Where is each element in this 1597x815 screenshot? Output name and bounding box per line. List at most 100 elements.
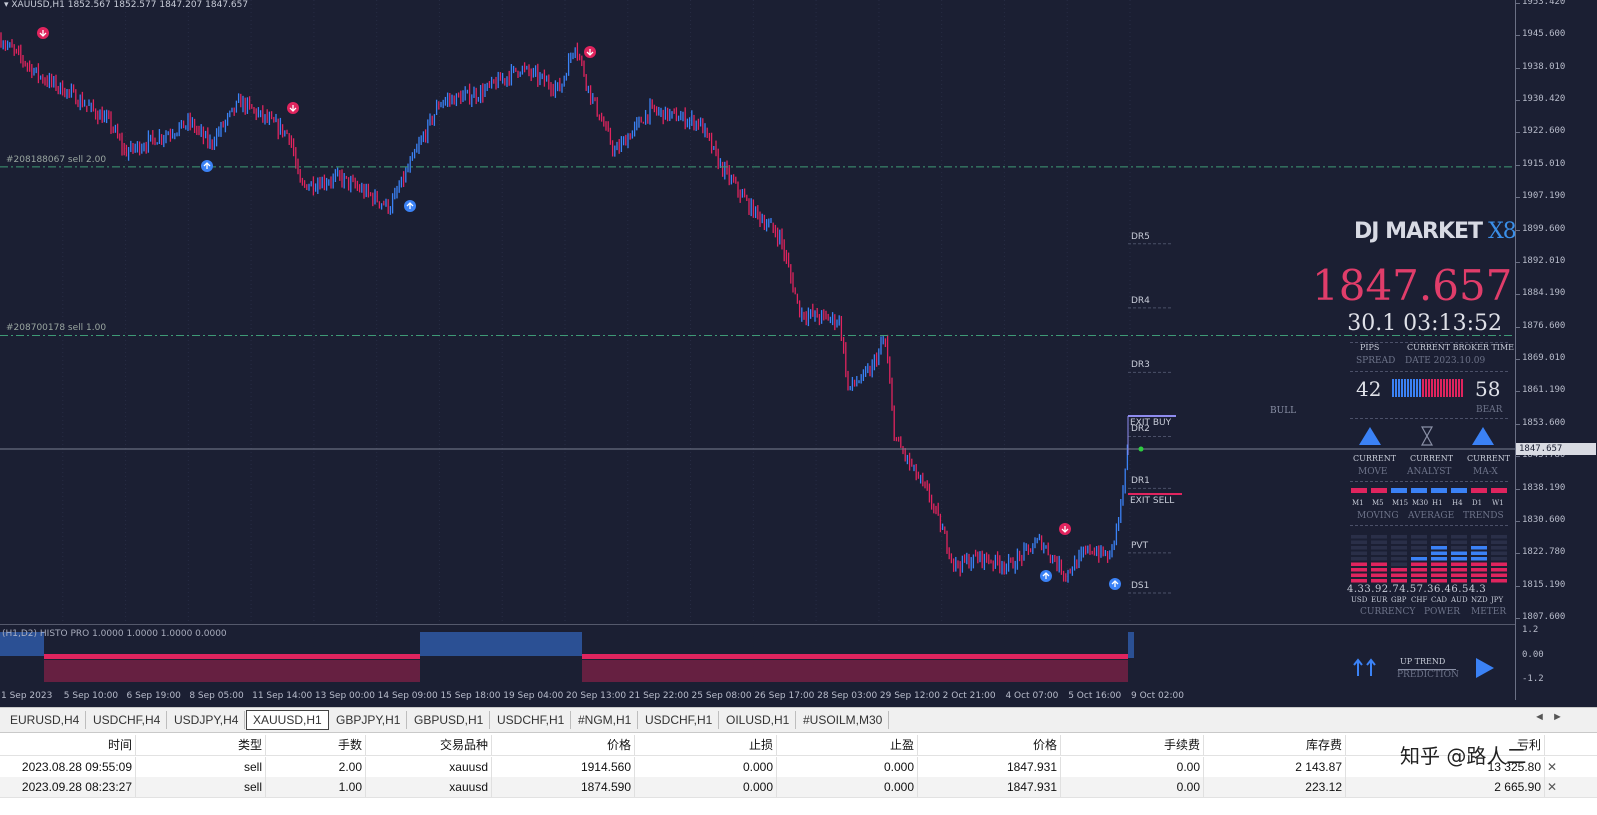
ratio-bar bbox=[1419, 379, 1421, 397]
meter-cell bbox=[1371, 568, 1387, 572]
tab--usoilm-m30[interactable]: #USOILM,M30 bbox=[797, 711, 890, 729]
level-label: DR5 bbox=[1131, 231, 1150, 242]
table-cell: 0.000 bbox=[777, 777, 918, 797]
table-cell: 2023.08.28 09:55:09 bbox=[0, 757, 136, 777]
meter-cell bbox=[1371, 557, 1387, 561]
meter-cell bbox=[1391, 562, 1407, 566]
table-cell: 223.12 bbox=[1204, 777, 1346, 797]
ratio-bar bbox=[1395, 379, 1397, 397]
table-header-row[interactable]: 时间 类型 手数 交易品种 价格 止损 止盈 价格 手续费 库存费 亏利 bbox=[0, 735, 1597, 756]
meter-cell bbox=[1371, 546, 1387, 550]
table-cell: 1914.560 bbox=[492, 757, 635, 777]
price-tick-label: 1884.190 bbox=[1522, 288, 1566, 299]
tab-usdchf-h1[interactable]: USDCHF,H1 bbox=[639, 711, 720, 729]
bull-count: 42 bbox=[1356, 377, 1382, 401]
meter-cell bbox=[1431, 557, 1447, 561]
power-label: POWER bbox=[1424, 607, 1461, 617]
order-line-label[interactable]: #208700178 sell 1.00 bbox=[6, 323, 106, 333]
price-tick-mark bbox=[1516, 132, 1520, 134]
meter-cell bbox=[1491, 557, 1507, 561]
tab-gbpusd-h1[interactable]: GBPUSD,H1 bbox=[408, 711, 491, 729]
buy-signal-icon bbox=[1109, 578, 1121, 590]
tab-usdchf-h1[interactable]: USDCHF,H1 bbox=[491, 711, 572, 729]
close-order-icon[interactable]: ✕ bbox=[1547, 777, 1557, 797]
timeframe-label: H1 bbox=[1432, 499, 1443, 507]
play-icon[interactable] bbox=[1474, 656, 1496, 680]
currency-code: CAD bbox=[1431, 596, 1448, 604]
time-tick-label: 25 Sep 08:00 bbox=[691, 691, 752, 701]
ratio-bar bbox=[1413, 379, 1415, 397]
price-tick-label: 1807.600 bbox=[1522, 612, 1566, 622]
price-tick-mark bbox=[1516, 520, 1520, 522]
price-tick-label: 1869.010 bbox=[1522, 353, 1566, 364]
time-tick-label: 11 Sep 14:00 bbox=[252, 691, 313, 701]
meter-cell bbox=[1371, 573, 1387, 577]
move-label: MOVE bbox=[1358, 467, 1388, 477]
tab-scroll-right-icon[interactable]: ► bbox=[1552, 711, 1563, 723]
ratio-bar bbox=[1437, 379, 1439, 397]
spread-label: SPREAD bbox=[1356, 356, 1396, 366]
timeframe-bar bbox=[1491, 488, 1507, 493]
tab--ngm-h1[interactable]: #NGM,H1 bbox=[572, 711, 639, 729]
meter-cell bbox=[1391, 573, 1407, 577]
price-tick-label: 1830.600 bbox=[1522, 514, 1566, 525]
sell-signal-icon bbox=[584, 46, 596, 58]
meter-cell bbox=[1471, 551, 1487, 555]
meter-cell bbox=[1491, 535, 1507, 539]
order-line-label[interactable]: #208188067 sell 2.00 bbox=[6, 155, 106, 165]
double-up-arrow-icon bbox=[1353, 658, 1376, 676]
meter-cell bbox=[1451, 557, 1467, 561]
meter-cell bbox=[1491, 540, 1507, 544]
ratio-bar bbox=[1404, 379, 1406, 397]
meter-cell bbox=[1431, 535, 1447, 539]
price-tick-mark bbox=[1516, 294, 1520, 296]
candlestick-chart[interactable] bbox=[0, 0, 1515, 630]
meter-cell bbox=[1491, 568, 1507, 572]
price-tick-label: 1853.600 bbox=[1522, 417, 1566, 428]
table-cell: sell bbox=[136, 777, 266, 797]
table-cell: 止损 bbox=[635, 735, 777, 755]
price-tick-label: 1876.600 bbox=[1522, 320, 1566, 331]
table-cell: 库存费 bbox=[1204, 735, 1346, 755]
price-chart[interactable]: ▾ XAUUSD,H1 1852.567 1852.577 1847.207 1… bbox=[0, 0, 1515, 630]
tab-oilusd-h1[interactable]: OILUSD,H1 bbox=[720, 711, 797, 729]
table-cell: 手数 bbox=[266, 735, 366, 755]
tab-xauusd-h1[interactable]: XAUUSD,H1 bbox=[246, 710, 329, 730]
table-cell: 1847.931 bbox=[918, 777, 1061, 797]
close-order-icon[interactable]: ✕ bbox=[1547, 757, 1557, 777]
time-tick-label: 5 Sep 10:00 bbox=[63, 691, 119, 701]
table-row[interactable]: 2023.09.28 08:23:27 sell 1.00 xauusd 1874.59… bbox=[0, 777, 1597, 798]
timeframe-trend-bars bbox=[1351, 488, 1507, 493]
tab-eurusd-h4[interactable]: EURUSD,H4 bbox=[4, 711, 87, 729]
meter-cell bbox=[1431, 562, 1447, 566]
broker-time-label: CURRENT BROKER TIME bbox=[1407, 343, 1514, 352]
meter-cell bbox=[1411, 568, 1427, 572]
meter-cell bbox=[1371, 540, 1387, 544]
currency-labels: USD EUR GBP CHF CAD AUD NZD JPY bbox=[1350, 596, 1510, 606]
price-tick-label: 1930.420 bbox=[1522, 94, 1566, 105]
tab-gbpjpy-h1[interactable]: GBPJPY,H1 bbox=[330, 711, 408, 729]
meter-cell bbox=[1471, 579, 1487, 583]
timeframe-bar bbox=[1351, 488, 1367, 493]
currency-code: CHF bbox=[1411, 596, 1428, 604]
currency-label: CURRENCY bbox=[1360, 607, 1416, 617]
buy-signal-icon bbox=[201, 160, 213, 172]
bear-count: 58 bbox=[1475, 377, 1501, 401]
ma-x-label: MA-X bbox=[1473, 467, 1498, 477]
time-tick-label: 14 Sep 09:00 bbox=[377, 691, 438, 701]
meter-cell bbox=[1411, 535, 1427, 539]
meter-cell bbox=[1431, 579, 1447, 583]
meter-cell bbox=[1431, 568, 1447, 572]
table-cell: 止盈 bbox=[777, 735, 918, 755]
meter-cell bbox=[1411, 551, 1427, 555]
trends-label: TRENDS bbox=[1463, 511, 1504, 521]
tab-usdchf-h4[interactable]: USDCHF,H4 bbox=[87, 711, 168, 729]
meter-cell bbox=[1411, 557, 1427, 561]
price-axis[interactable]: 1953.420 1945.600 1938.010 1930.420 1922.600… bbox=[1515, 0, 1597, 700]
tab-scroll-left-icon[interactable]: ◄ bbox=[1534, 711, 1545, 723]
price-tick-label: 1861.190 bbox=[1522, 385, 1566, 396]
current-price-tag: 1847.657 bbox=[1516, 443, 1596, 456]
histo-pro-indicator[interactable]: (H1,D2) HISTO PRO 1.0000 1.0000 1.0000 0… bbox=[0, 624, 1515, 689]
table-row[interactable]: 2023.08.28 09:55:09 sell 2.00 xauusd 1914.56… bbox=[0, 757, 1597, 778]
tab-usdjpy-h4[interactable]: USDJPY,H4 bbox=[168, 711, 246, 729]
